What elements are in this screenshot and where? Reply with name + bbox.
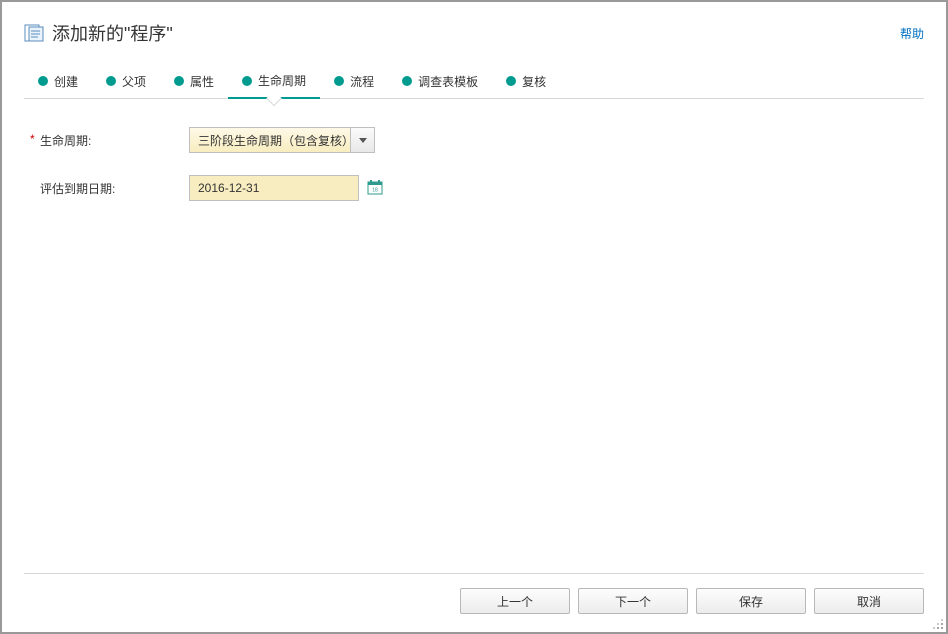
tab-dot-icon — [402, 76, 412, 86]
lifecycle-value: 三阶段生命周期（包含复核） — [190, 132, 350, 149]
tab-process[interactable]: 流程 — [320, 65, 388, 98]
row-due-date: 评估到期日期: 2016-12-31 18 — [24, 175, 924, 201]
due-date-label: 评估到期日期: — [24, 180, 189, 197]
prev-button[interactable]: 上一个 — [460, 588, 570, 614]
tab-create[interactable]: 创建 — [24, 65, 92, 98]
row-lifecycle: 生命周期: 三阶段生命周期（包含复核） — [24, 127, 924, 153]
tab-bar: 创建 父项 属性 生命周期 流程 调查表模板 复核 — [24, 64, 924, 99]
svg-text:18: 18 — [372, 187, 378, 193]
save-button[interactable]: 保存 — [696, 588, 806, 614]
dropdown-toggle[interactable] — [350, 128, 374, 152]
tab-label: 调查表模板 — [418, 73, 478, 90]
tab-label: 复核 — [522, 73, 546, 90]
resize-grip-icon[interactable] — [932, 618, 944, 630]
help-link[interactable]: 帮助 — [900, 25, 924, 42]
tab-attributes[interactable]: 属性 — [160, 65, 228, 98]
title-wrap: 添加新的"程序" — [24, 20, 173, 46]
tab-label: 属性 — [190, 73, 214, 90]
dialog-container: 添加新的"程序" 帮助 创建 父项 属性 生命周期 流程 调查表模板 — [2, 2, 946, 632]
tab-label: 流程 — [350, 73, 374, 90]
dialog-header: 添加新的"程序" 帮助 — [24, 20, 924, 46]
tab-dot-icon — [38, 76, 48, 86]
chevron-down-icon — [359, 138, 367, 143]
program-icon — [24, 23, 44, 43]
tab-label: 创建 — [54, 73, 78, 90]
dialog-title: 添加新的"程序" — [52, 20, 173, 46]
form-area: 生命周期: 三阶段生命周期（包含复核） 评估到期日期: 2016-12-31 1 — [24, 99, 924, 573]
tab-dot-icon — [106, 76, 116, 86]
due-date-input[interactable]: 2016-12-31 — [189, 175, 359, 201]
tab-label: 生命周期 — [258, 72, 306, 89]
dialog-footer: 上一个 下一个 保存 取消 — [24, 573, 924, 632]
tab-survey-template[interactable]: 调查表模板 — [388, 65, 492, 98]
next-button[interactable]: 下一个 — [578, 588, 688, 614]
tab-dot-icon — [174, 76, 184, 86]
tab-dot-icon — [242, 76, 252, 86]
lifecycle-label: 生命周期: — [24, 132, 189, 149]
tab-dot-icon — [334, 76, 344, 86]
tab-label: 父项 — [122, 73, 146, 90]
lifecycle-dropdown[interactable]: 三阶段生命周期（包含复核） — [189, 127, 375, 153]
tab-review[interactable]: 复核 — [492, 65, 560, 98]
tab-lifecycle[interactable]: 生命周期 — [228, 64, 320, 99]
calendar-icon[interactable]: 18 — [367, 179, 383, 198]
due-date-value: 2016-12-31 — [198, 181, 259, 195]
cancel-button[interactable]: 取消 — [814, 588, 924, 614]
tab-dot-icon — [506, 76, 516, 86]
tab-parent[interactable]: 父项 — [92, 65, 160, 98]
